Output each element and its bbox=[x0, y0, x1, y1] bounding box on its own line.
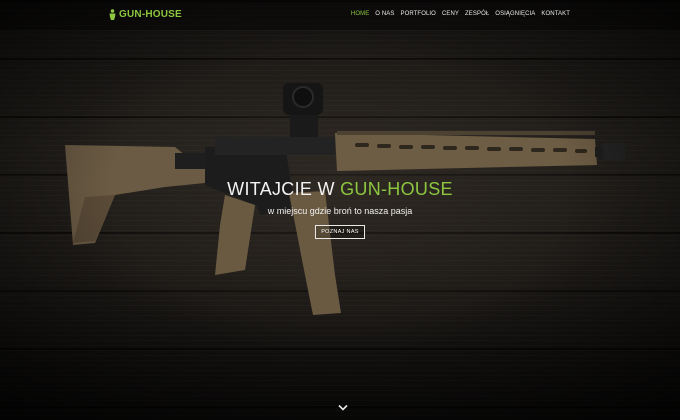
hero-title-accent: GUN-HOUSE bbox=[340, 179, 453, 199]
nav-item-ceny[interactable]: CENY bbox=[442, 11, 459, 17]
poznaj-nas-button[interactable]: POZNAJ NAS bbox=[315, 225, 365, 239]
nav-item-portfolio[interactable]: PORTFOLIO bbox=[400, 11, 435, 17]
hero-title-prefix: WITAJCIE W bbox=[227, 179, 341, 199]
nav-item-osiagniecia[interactable]: OSIĄGNIĘCIA bbox=[495, 11, 535, 17]
nav-item-home[interactable]: HOME bbox=[351, 11, 369, 17]
brand-name: GUN-HOUSE bbox=[119, 9, 182, 20]
brand-logo[interactable]: GUN-HOUSE bbox=[108, 9, 182, 20]
nav-item-kontakt[interactable]: KONTAKT bbox=[541, 11, 570, 17]
main-nav: HOME O NAS PORTFOLIO CENY ZESPÓŁ OSIĄGNI… bbox=[351, 11, 570, 17]
hero-subtitle: w miejscu gdzie broń to nasza pasja bbox=[267, 206, 413, 216]
nav-item-zespol[interactable]: ZESPÓŁ bbox=[465, 11, 489, 17]
chevron-down-icon[interactable] bbox=[338, 404, 348, 412]
soldier-icon bbox=[109, 9, 116, 20]
nav-item-o-nas[interactable]: O NAS bbox=[375, 11, 394, 17]
hero-title: WITAJCIE W GUN-HOUSE bbox=[0, 178, 680, 200]
top-navbar: GUN-HOUSE HOME O NAS PORTFOLIO CENY ZESP… bbox=[0, 0, 680, 30]
hero-content: WITAJCIE W GUN-HOUSE w miejscu gdzie bro… bbox=[0, 178, 680, 239]
